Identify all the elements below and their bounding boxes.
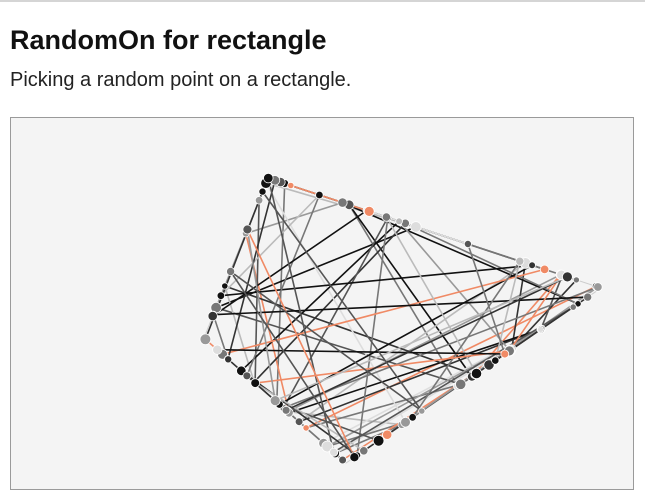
random-point [349, 452, 360, 463]
random-point [338, 455, 347, 465]
random-point [221, 282, 229, 290]
random-point [395, 217, 403, 226]
random-point [258, 187, 267, 196]
random-point [287, 181, 295, 190]
random-point [408, 413, 417, 422]
random-point [199, 333, 212, 346]
random-point [539, 264, 550, 275]
random-point [329, 447, 339, 457]
random-point [491, 356, 500, 365]
random-point [254, 196, 264, 205]
random-point [337, 197, 348, 208]
random-point [226, 266, 236, 276]
random-point [212, 344, 223, 355]
point-markers [199, 172, 603, 465]
random-point [363, 206, 375, 217]
random-point [269, 395, 281, 407]
demo-canvas[interactable] [10, 117, 634, 490]
random-point [572, 276, 580, 284]
random-point [263, 172, 274, 184]
random-point [569, 303, 577, 311]
random-point [455, 378, 467, 390]
random-point [382, 429, 393, 440]
connection-line [404, 222, 579, 305]
random-point [528, 261, 536, 270]
connection-line [227, 179, 276, 360]
random-point [418, 407, 426, 415]
random-points-plot [199, 172, 603, 465]
random-point [302, 424, 310, 432]
page-subtitle: Picking a random point on a rectangle. [10, 69, 352, 91]
random-point [294, 417, 304, 427]
random-point [583, 292, 593, 302]
connection-line [356, 216, 389, 457]
connection-line [245, 201, 344, 235]
random-point [216, 291, 226, 300]
connection-line [224, 285, 476, 376]
connection-line [289, 184, 371, 213]
random-point [500, 349, 510, 359]
random-point [250, 378, 261, 388]
random-point [515, 256, 525, 266]
connection-line [220, 194, 321, 297]
random-point [537, 325, 544, 333]
random-point [315, 190, 324, 200]
random-point [372, 434, 385, 447]
random-point [281, 405, 291, 415]
top-divider [0, 0, 645, 2]
random-point [593, 282, 603, 292]
random-point [207, 311, 218, 322]
random-point [224, 355, 233, 364]
random-point [242, 371, 252, 381]
random-point [470, 367, 483, 380]
random-point [359, 446, 369, 456]
page-title: RandomOn for rectangle [10, 25, 327, 55]
random-point [410, 221, 422, 233]
random-point [381, 212, 391, 222]
random-point [242, 224, 253, 235]
random-point [562, 271, 573, 283]
random-point [463, 240, 472, 249]
